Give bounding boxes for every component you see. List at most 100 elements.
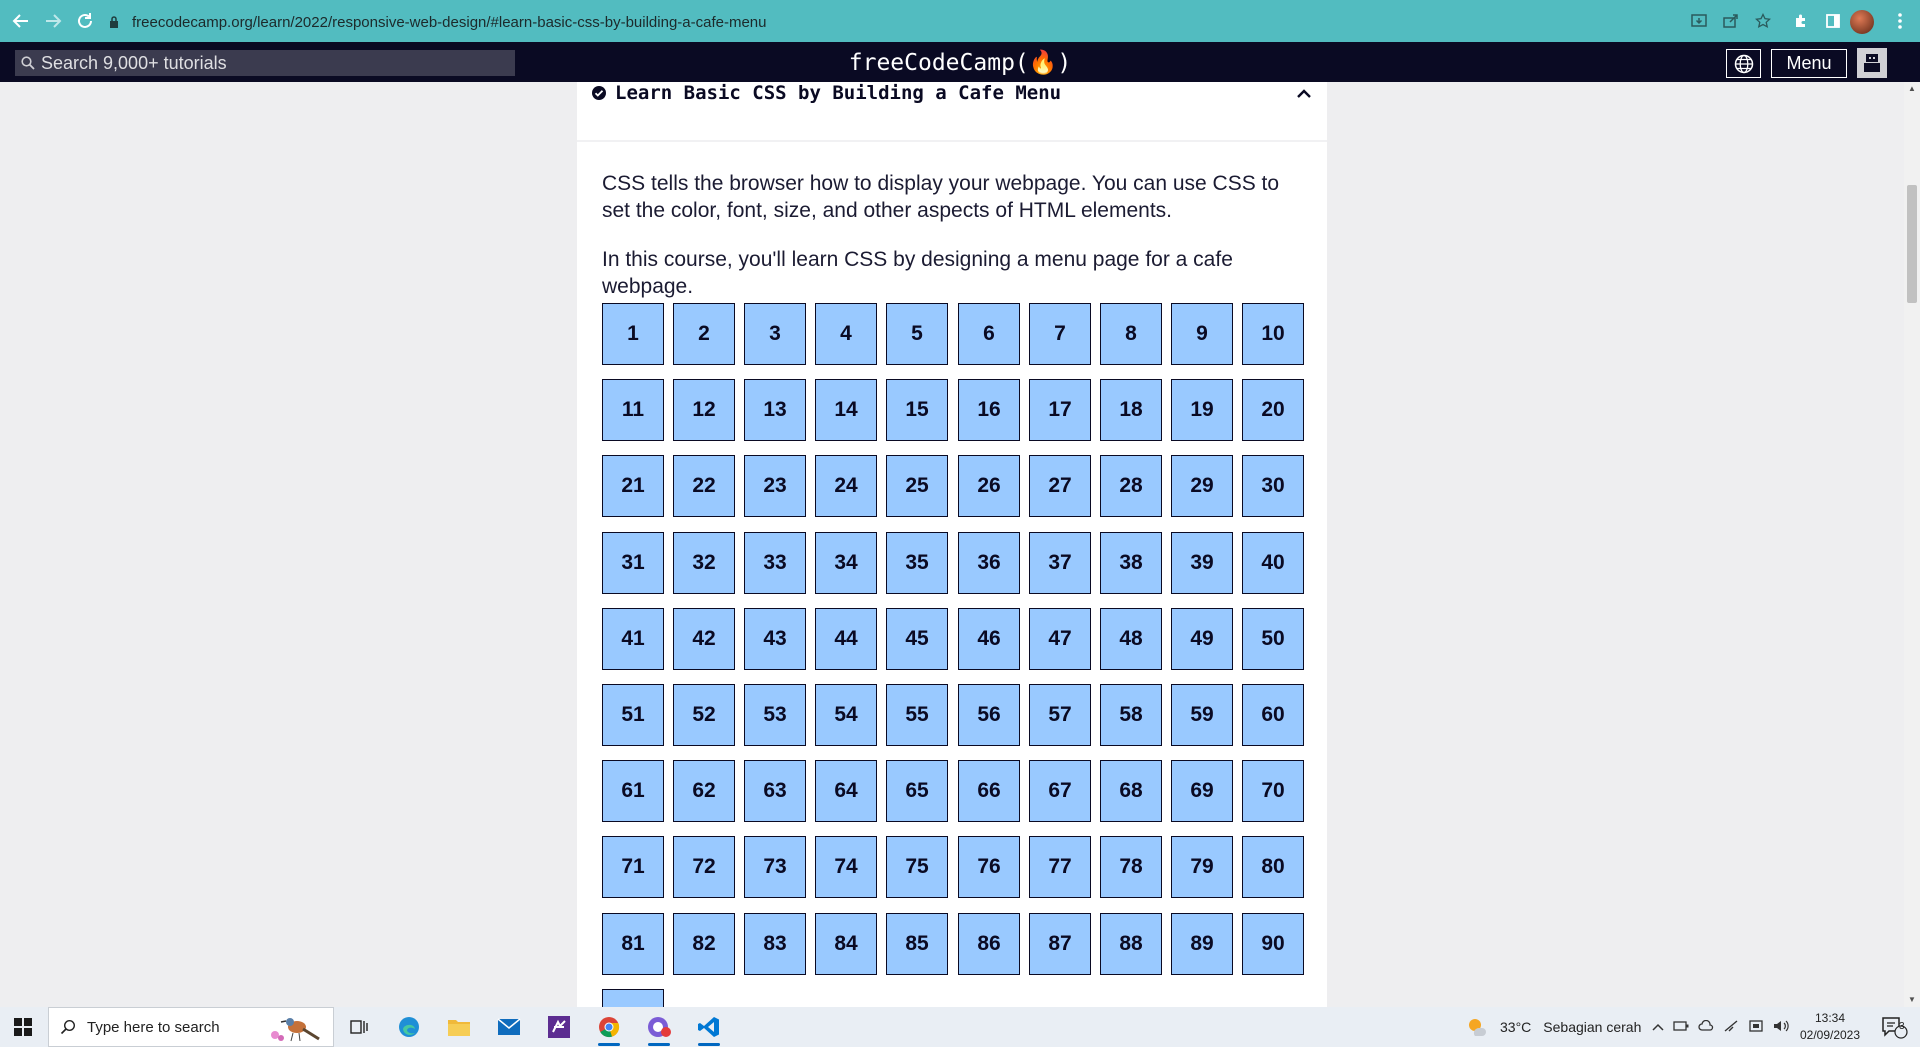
step-button[interactable]: 89 (1171, 913, 1233, 975)
step-button[interactable]: 5 (886, 303, 948, 365)
extensions-puzzle-icon[interactable] (1790, 8, 1812, 34)
step-button[interactable]: 9 (1171, 303, 1233, 365)
step-button[interactable]: 56 (958, 684, 1020, 746)
step-button[interactable]: 22 (673, 455, 735, 517)
step-button[interactable]: 70 (1242, 760, 1304, 822)
step-button[interactable]: 50 (1242, 608, 1304, 670)
step-button[interactable]: 24 (815, 455, 877, 517)
step-button[interactable]: 31 (602, 532, 664, 594)
step-button[interactable]: 79 (1171, 836, 1233, 898)
step-button[interactable]: 45 (886, 608, 948, 670)
step-button[interactable]: 2 (673, 303, 735, 365)
step-button[interactable]: 18 (1100, 379, 1162, 441)
step-button[interactable]: 72 (673, 836, 735, 898)
step-button[interactable]: 15 (886, 379, 948, 441)
mail-app[interactable] (486, 1007, 532, 1047)
cloud-icon[interactable] (1698, 1019, 1714, 1035)
page-scrollbar[interactable]: ▲ ▼ (1904, 82, 1920, 1007)
step-button[interactable]: 51 (602, 684, 664, 746)
step-button[interactable]: 90 (1242, 913, 1304, 975)
step-button[interactable]: 39 (1171, 532, 1233, 594)
step-button[interactable]: 20 (1242, 379, 1304, 441)
search-input[interactable] (41, 52, 501, 74)
step-button[interactable]: 8 (1100, 303, 1162, 365)
step-button[interactable]: 41 (602, 608, 664, 670)
step-button[interactable]: 44 (815, 608, 877, 670)
step-button[interactable]: 21 (602, 455, 664, 517)
step-button[interactable]: 75 (886, 836, 948, 898)
bookmark-star-icon[interactable] (1752, 8, 1774, 34)
step-button[interactable]: 55 (886, 684, 948, 746)
step-button[interactable]: 74 (815, 836, 877, 898)
step-button[interactable]: 37 (1029, 532, 1091, 594)
step-button[interactable]: 69 (1171, 760, 1233, 822)
step-button[interactable]: 81 (602, 913, 664, 975)
task-view-button[interactable] (336, 1007, 382, 1047)
start-button[interactable] (0, 1007, 46, 1047)
display-icon[interactable] (1748, 1019, 1764, 1036)
profile-avatar[interactable] (1850, 10, 1874, 34)
step-button[interactable]: 54 (815, 684, 877, 746)
step-button[interactable]: 82 (673, 913, 735, 975)
step-button[interactable]: 13 (744, 379, 806, 441)
url-text[interactable]: freecodecamp.org/learn/2022/responsive-w… (132, 14, 767, 31)
step-button[interactable]: 62 (673, 760, 735, 822)
step-button[interactable]: 76 (958, 836, 1020, 898)
step-button[interactable]: 6 (958, 303, 1020, 365)
messenger-app[interactable] (636, 1007, 682, 1047)
chrome-app[interactable] (586, 1007, 632, 1047)
search-box[interactable] (15, 50, 515, 76)
step-button[interactable]: 84 (815, 913, 877, 975)
block-header[interactable]: Learn Basic CSS by Building a Cafe Menu (577, 82, 1327, 142)
step-button[interactable]: 10 (1242, 303, 1304, 365)
step-button[interactable] (602, 989, 664, 1007)
scrollbar-thumb[interactable] (1907, 185, 1917, 303)
taskbar-clock[interactable]: 13:34 02/09/2023 (1790, 1010, 1870, 1044)
step-button[interactable]: 16 (958, 379, 1020, 441)
edge-app[interactable] (386, 1007, 432, 1047)
step-button[interactable]: 30 (1242, 455, 1304, 517)
step-button[interactable]: 67 (1029, 760, 1091, 822)
step-button[interactable]: 26 (958, 455, 1020, 517)
step-button[interactable]: 1 (602, 303, 664, 365)
language-button[interactable] (1726, 49, 1761, 78)
block-title[interactable]: Learn Basic CSS by Building a Cafe Menu (615, 82, 1061, 104)
notifications-button[interactable]: 3 (1874, 1007, 1914, 1047)
step-button[interactable]: 59 (1171, 684, 1233, 746)
scroll-down-arrow-icon[interactable]: ▼ (1904, 993, 1920, 1007)
step-button[interactable]: 28 (1100, 455, 1162, 517)
step-button[interactable]: 63 (744, 760, 806, 822)
weather-widget[interactable]: 33°C Sebagian cerah (1466, 1007, 1641, 1047)
step-button[interactable]: 25 (886, 455, 948, 517)
step-button[interactable]: 42 (673, 608, 735, 670)
step-button[interactable]: 4 (815, 303, 877, 365)
chevron-up-icon[interactable] (1294, 84, 1314, 104)
step-button[interactable]: 65 (886, 760, 948, 822)
forward-button[interactable] (38, 6, 68, 36)
step-button[interactable]: 85 (886, 913, 948, 975)
step-button[interactable]: 52 (673, 684, 735, 746)
step-button[interactable]: 60 (1242, 684, 1304, 746)
step-button[interactable]: 88 (1100, 913, 1162, 975)
step-button[interactable]: 17 (1029, 379, 1091, 441)
step-button[interactable]: 80 (1242, 836, 1304, 898)
step-button[interactable]: 23 (744, 455, 806, 517)
step-button[interactable]: 46 (958, 608, 1020, 670)
step-button[interactable]: 78 (1100, 836, 1162, 898)
user-profile-button[interactable] (1857, 48, 1887, 78)
step-button[interactable]: 43 (744, 608, 806, 670)
wifi-icon[interactable] (1723, 1019, 1739, 1036)
step-button[interactable]: 57 (1029, 684, 1091, 746)
step-button[interactable]: 12 (673, 379, 735, 441)
reload-button[interactable] (70, 6, 100, 36)
step-button[interactable]: 3 (744, 303, 806, 365)
step-button[interactable]: 36 (958, 532, 1020, 594)
step-button[interactable]: 58 (1100, 684, 1162, 746)
step-button[interactable]: 48 (1100, 608, 1162, 670)
share-icon[interactable] (1720, 8, 1742, 34)
step-button[interactable]: 47 (1029, 608, 1091, 670)
step-button[interactable]: 61 (602, 760, 664, 822)
address-bar[interactable]: freecodecamp.org/learn/2022/responsive-w… (108, 6, 1768, 38)
step-button[interactable]: 53 (744, 684, 806, 746)
step-button[interactable]: 66 (958, 760, 1020, 822)
